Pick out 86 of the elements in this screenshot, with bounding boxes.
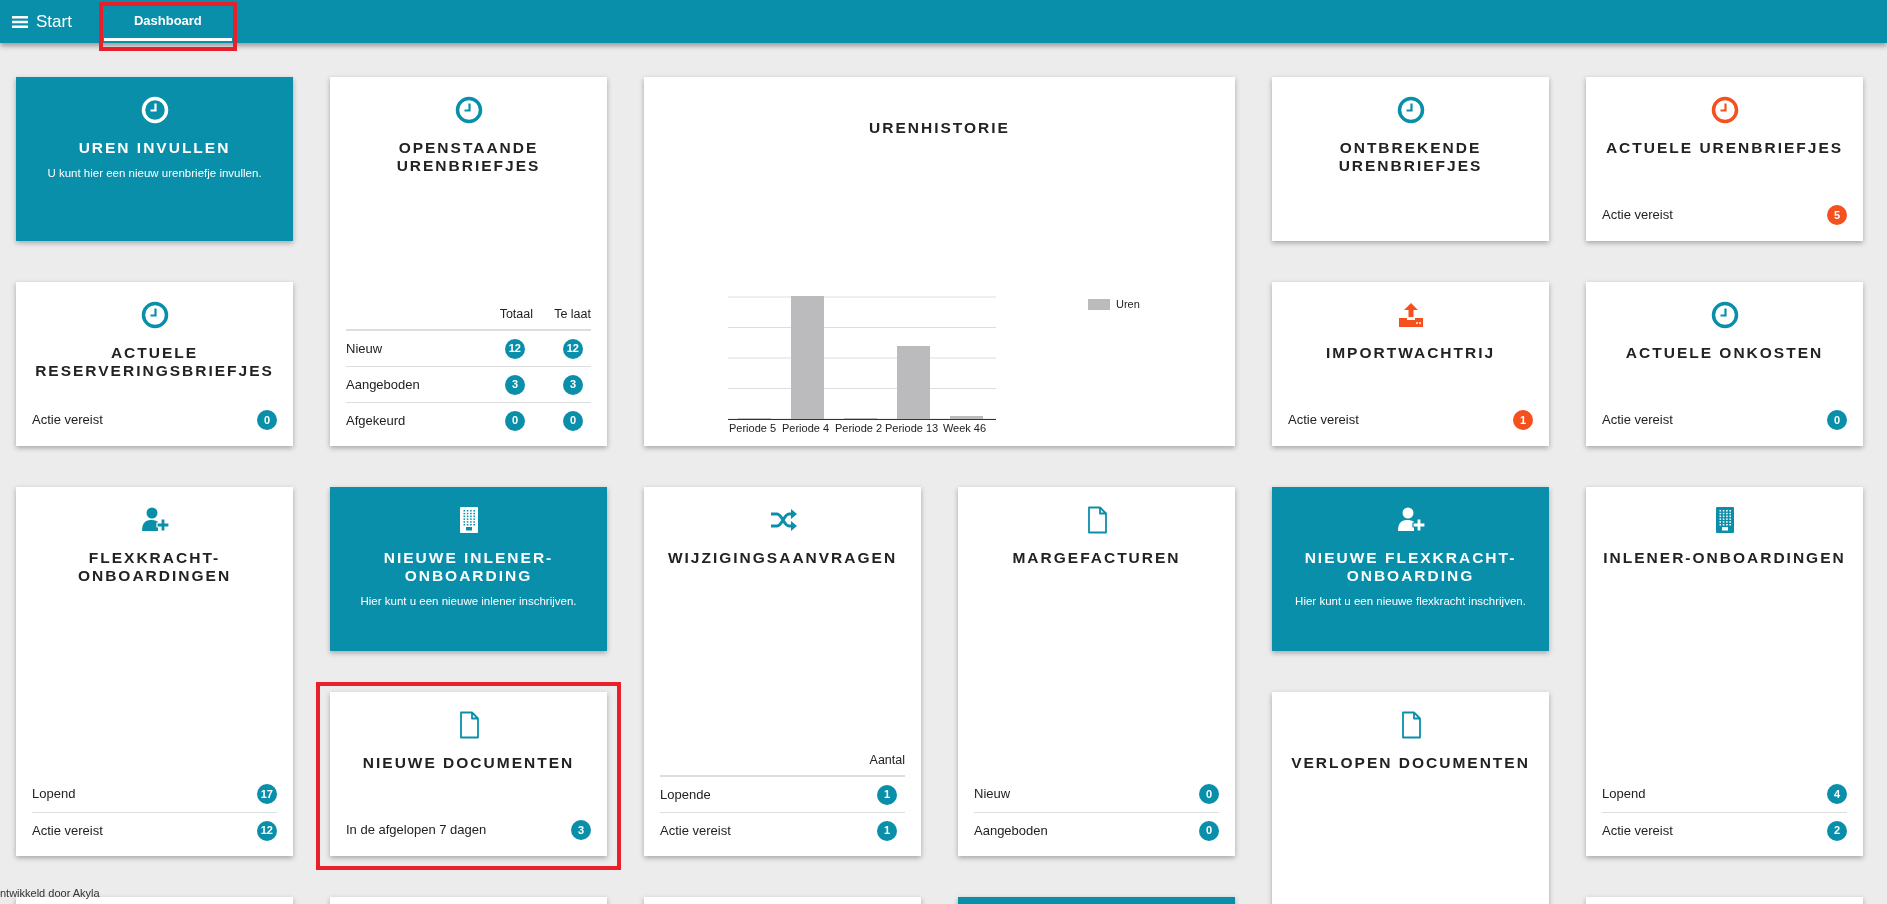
tile-title: FLEXKRACHT-ONBOARDINGEN xyxy=(76,549,233,585)
tile-title: VERLOPEN DOCUMENTEN xyxy=(1291,754,1530,772)
tile-title: ONTBREKENDE URENBRIEFJES xyxy=(1337,139,1484,175)
tile-title: IMPORTWACHTRIJ xyxy=(1325,344,1496,362)
tile-title: UREN INVULLEN xyxy=(78,139,231,157)
column-header: Totaal xyxy=(499,306,533,324)
count-badge: 3 xyxy=(563,374,583,395)
dashboard-tile[interactable]: VERLOPEN DOCUMENTEN xyxy=(1272,692,1549,904)
count-badge: 12 xyxy=(562,338,583,359)
count-badge: 4 xyxy=(1827,784,1847,804)
dashboard-tile[interactable]: FLEXKRACHT-ONBOARDINGEN Lopend 17 Actie vereist 12 xyxy=(16,487,293,856)
count-badge: 0 xyxy=(1827,410,1847,430)
tile-title: ACTUELE ONKOSTEN xyxy=(1625,344,1824,362)
axis-label: Periode 4 xyxy=(780,421,831,436)
tile-title: NIEUWE INLENER-ONBOARDING xyxy=(382,549,555,585)
count-badge: 3 xyxy=(571,820,591,840)
dashboard-tile[interactable]: ACTUELE URENBRIEFJES Actie vereist 5 xyxy=(1586,77,1863,241)
dashboard-tile[interactable]: NIEUWE INLENER-ONBOARDING Hier kunt u een nieuwe inlener inschrijven. xyxy=(330,487,607,651)
tile-title: WIJZIGINGSAANVRAGEN xyxy=(667,549,898,567)
axis-label: Periode 2 xyxy=(833,421,884,436)
dashboard-tile[interactable]: ACTUELE RESERVERINGSBRIEFJES Actie vereist 0 xyxy=(16,282,293,446)
count-badge: 1 xyxy=(877,820,897,841)
row-label: Actie vereist xyxy=(32,822,103,838)
dashboard-tile[interactable]: URENHISTORIE Periode 5 Periode 4 Periode 2 Periode 13 Week 46 Uren xyxy=(644,77,1235,446)
row-label: Actie vereist xyxy=(1288,412,1359,428)
row-label: Actie vereist xyxy=(1602,822,1673,838)
count-badge: 0 xyxy=(1199,784,1219,804)
footer-credit: ntwikkeld door Akyla xyxy=(0,885,100,901)
row-label: Nieuw xyxy=(974,786,1011,802)
tile-title: ACTUELE RESERVERINGSBRIEFJES xyxy=(34,344,275,380)
tile-title: MARGEFACTUREN xyxy=(1012,549,1181,567)
count-badge: 0 xyxy=(1199,820,1219,841)
tile-title: URENHISTORIE xyxy=(869,119,1010,137)
row-label: Actie vereist xyxy=(1602,412,1673,428)
count-badge: 0 xyxy=(505,410,525,431)
axis-label: Periode 5 xyxy=(727,421,778,436)
row-label: Lopende xyxy=(660,786,711,802)
row-label: Afgekeurd xyxy=(346,412,406,428)
count-badge: 17 xyxy=(256,784,277,804)
row-label: Aangeboden xyxy=(974,822,1048,838)
tile-title: OPENSTAANDE URENBRIEFJES xyxy=(395,139,542,175)
tile-title: NIEUWE DOCUMENTEN xyxy=(362,754,575,772)
tile-subtitle: Hier kunt u een nieuwe flexkracht inschrijven. xyxy=(1294,593,1527,609)
tile-title: INLENER-ONBOARDINGEN xyxy=(1603,549,1846,567)
tile-title: NIEUWE FLEXKRACHT-ONBOARDING xyxy=(1303,549,1518,585)
dashboard-tile[interactable]: WIJZIGINGSAANVRAGEN Aantal Lopende 1 Actie vereist 1 xyxy=(644,487,921,856)
dashboard-tile[interactable]: ONTBREKENDE URENBRIEFJES xyxy=(1272,77,1549,241)
row-label: Nieuw xyxy=(346,340,383,356)
dashboard-tile[interactable]: ACTUELE ONKOSTEN Actie vereist 0 xyxy=(1586,282,1863,446)
axis-label: Periode 13 xyxy=(885,421,938,436)
menu-button[interactable]: Start xyxy=(0,0,72,43)
column-header: Aantal xyxy=(869,752,905,770)
column-header: Te laat xyxy=(554,306,591,324)
count-badge: 0 xyxy=(563,410,583,431)
dashboard-tile[interactable]: UREN INVULLEN U kunt hier een nieuw urenbriefje invullen. xyxy=(16,77,293,241)
count-badge: 2 xyxy=(1827,820,1847,841)
row-label: In de afgelopen 7 dagen xyxy=(346,822,487,838)
tile-subtitle: U kunt hier een nieuw urenbriefje invullen. xyxy=(46,165,263,181)
row-label: Actie vereist xyxy=(1602,207,1673,223)
dashboard-tab[interactable]: Dashboard xyxy=(103,3,232,41)
count-badge: 1 xyxy=(877,784,897,805)
row-label: Actie vereist xyxy=(660,822,731,838)
dashboard-tile[interactable]: MARGEFACTUREN Nieuw 0 Aangeboden 0 xyxy=(958,487,1235,856)
count-badge: 5 xyxy=(1827,205,1847,225)
tile-subtitle: Hier kunt u een nieuwe inlener inschrijven. xyxy=(359,593,578,609)
tile-title: ACTUELE URENBRIEFJES xyxy=(1605,139,1844,157)
count-badge: 0 xyxy=(257,410,277,430)
chart-bar xyxy=(950,416,983,419)
dashboard-tile[interactable]: IMPORTWACHTRIJ Actie vereist 1 xyxy=(1272,282,1549,446)
count-badge: 12 xyxy=(256,820,277,841)
row-label: Lopend xyxy=(1602,786,1646,802)
row-label: Lopend xyxy=(32,786,76,802)
row-label: Actie vereist xyxy=(32,412,103,428)
count-badge: 1 xyxy=(1513,410,1533,430)
legend-label: Uren xyxy=(1116,297,1140,312)
dashboard-tile[interactable]: INLENER-ONBOARDINGEN Lopend 4 Actie vereist 2 xyxy=(1586,487,1863,856)
row-label: Aangeboden xyxy=(346,376,420,392)
count-badge: 3 xyxy=(505,374,525,395)
dashboard-tile[interactable]: NIEUWE DOCUMENTEN In de afgelopen 7 dagen 3 xyxy=(330,692,607,856)
dashboard-tile[interactable]: NIEUWE FLEXKRACHT-ONBOARDING Hier kunt u een nieuwe flexkracht inschrijven. xyxy=(1272,487,1549,651)
legend-swatch-icon xyxy=(1088,298,1110,310)
count-badge: 12 xyxy=(504,338,525,359)
dashboard-tile[interactable]: OPENSTAANDE URENBRIEFJES Totaal Te laat Nieuw 12 12 Aangeboden 3 3 Afgekeurd 0 0 xyxy=(330,77,607,446)
axis-label: Week 46 xyxy=(941,421,988,436)
menu-icon xyxy=(12,14,28,29)
clock-icon xyxy=(139,95,170,125)
